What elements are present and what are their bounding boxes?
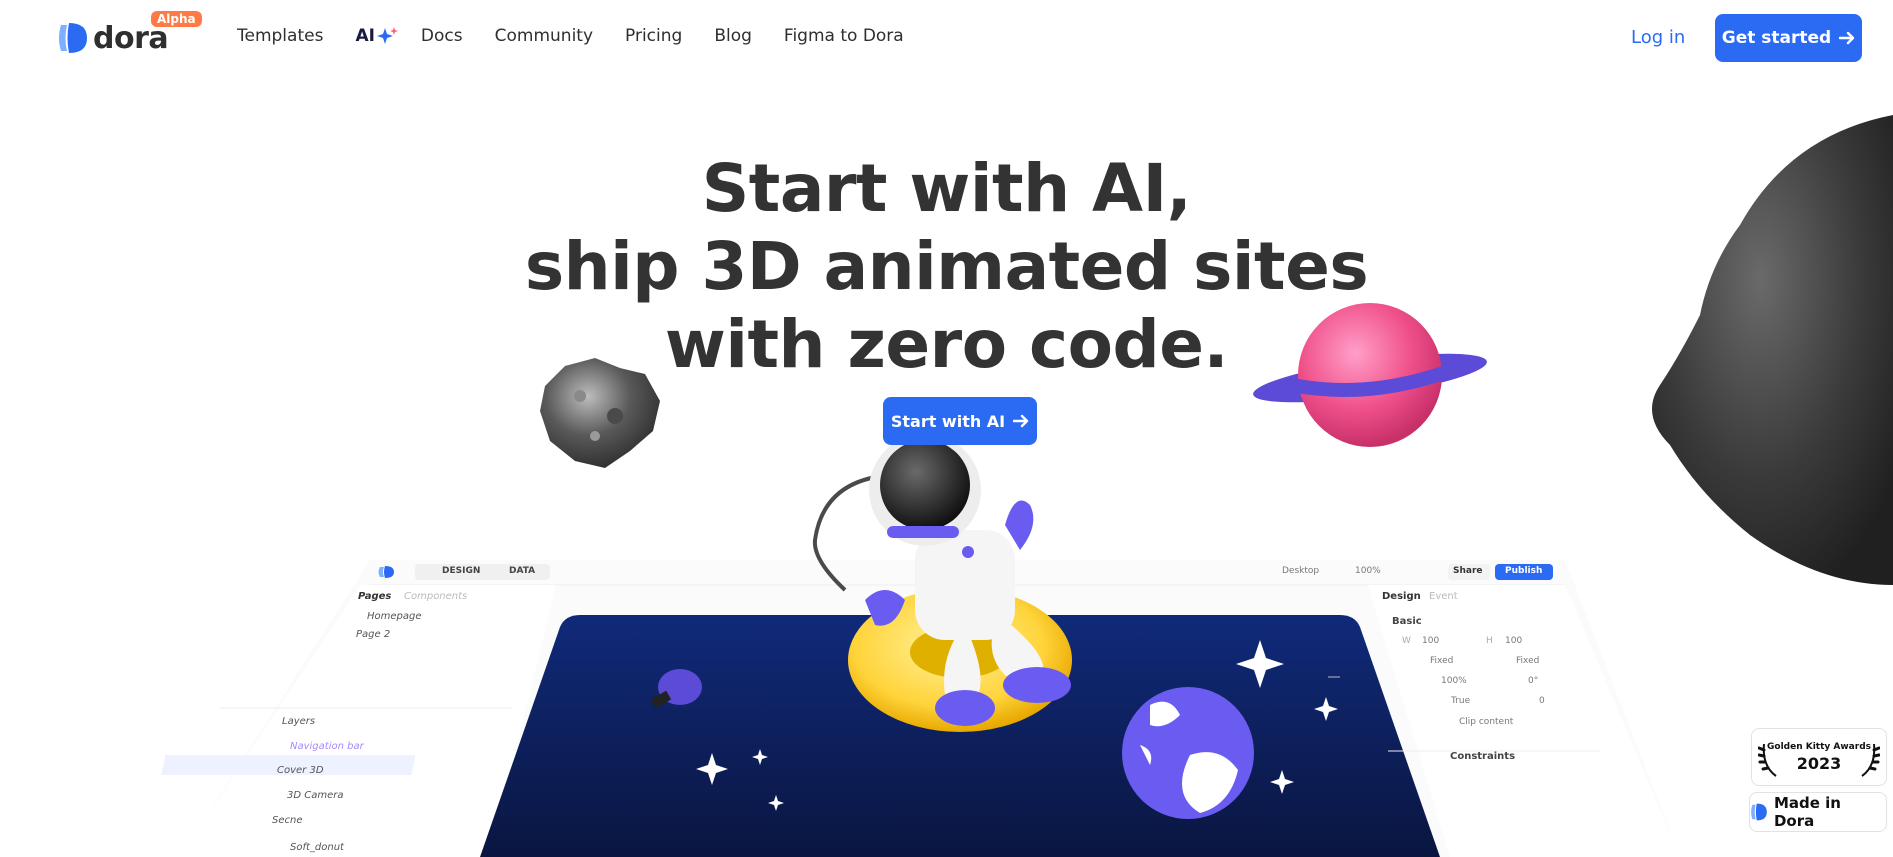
made-in-dora-badge[interactable]: Made in Dora [1749,792,1887,832]
rotation-value[interactable]: 0° [1528,676,1538,686]
headline-line-1: Start with AI, [701,150,1192,227]
radius-value[interactable]: 0 [1539,696,1545,706]
height-label: H [1486,636,1493,646]
sparkle-icon [376,27,398,44]
opacity-value[interactable]: 100% [1441,676,1467,686]
page-item-homepage[interactable]: Homepage [367,611,422,622]
layer-soft-donut[interactable]: Soft_donut [290,842,344,853]
nav-docs-link[interactable]: Docs [421,26,463,46]
login-link[interactable]: Log in [1631,27,1685,48]
dora-logo-icon [59,23,87,53]
nav-figma-to-dora-link[interactable]: Figma to Dora [784,26,904,46]
headline-line-2: ship 3D animated sites [524,228,1369,305]
editor-share-button[interactable]: Share [1453,566,1483,576]
height-mode-select[interactable]: Fixed [1516,656,1539,666]
laurel-left-icon [1758,743,1777,777]
right-panel-event-tab[interactable]: Event [1429,591,1458,602]
visible-value[interactable]: True [1451,696,1470,706]
ai-label: AI [355,26,375,46]
layers-title: Layers [282,716,316,727]
top-navigation: dora Alpha Templates AI Docs Community P… [0,0,1893,76]
headline-line-3: with zero code. [664,306,1229,383]
golden-kitty-award-badge[interactable]: Golden Kitty Awards 2023 [1751,728,1887,786]
basic-section-title: Basic [1392,616,1422,627]
nav-templates-link[interactable]: Templates [237,26,323,46]
editor-zoom-select[interactable]: 100% [1355,566,1381,576]
start-with-ai-label: Start with AI [890,411,1006,431]
made-in-dora-label: Made in Dora [1773,794,1841,830]
editor-device-select[interactable]: Desktop [1282,566,1319,576]
get-started-button[interactable]: Get started [1715,14,1862,62]
width-mode-select[interactable]: Fixed [1430,656,1453,666]
width-label: W [1402,636,1411,646]
arrow-right-icon [1839,31,1855,45]
editor-data-tab[interactable]: DATA [509,566,535,576]
layer-3d-camera[interactable]: 3D Camera [287,790,343,801]
nav-ai-link[interactable]: AI [355,26,398,46]
editor-pages-tab[interactable]: Pages [358,591,391,602]
nav-pricing-link[interactable]: Pricing [625,26,682,46]
nav-community-link[interactable]: Community [495,26,593,46]
editor-design-tab[interactable]: DESIGN [442,566,480,576]
dora-logo[interactable]: dora [57,20,169,56]
laurel-right-icon [1861,743,1880,777]
editor-publish-button[interactable]: Publish [1505,566,1542,576]
width-value[interactable]: 100 [1422,636,1439,646]
editor-components-tab[interactable]: Components [404,591,467,602]
start-with-ai-button[interactable]: Start with AI [883,397,1037,445]
astronaut-illustration [812,434,1072,732]
constraints-section-title: Constraints [1450,751,1516,762]
arrow-right-icon [1013,414,1029,428]
alpha-badge: Alpha [151,11,202,27]
layer-cover-3d[interactable]: Cover 3D [277,765,324,776]
page-item-page-2[interactable]: Page 2 [356,629,390,640]
nav-links: Templates AI Docs Community Pricing Blog… [237,26,936,46]
layer-navigation-bar[interactable]: Navigation bar [290,741,364,752]
layer-scene[interactable]: Secne [272,815,303,826]
get-started-label: Get started [1721,28,1832,48]
clip-content-checkbox[interactable]: Clip content [1459,717,1513,727]
hero-headline: Start with AI, ship 3D animated sites wi… [0,150,1893,384]
right-panel-design-tab[interactable]: Design [1382,591,1421,602]
height-value[interactable]: 100 [1505,636,1522,646]
dora-logo-icon [1751,803,1767,821]
nav-blog-link[interactable]: Blog [714,26,752,46]
